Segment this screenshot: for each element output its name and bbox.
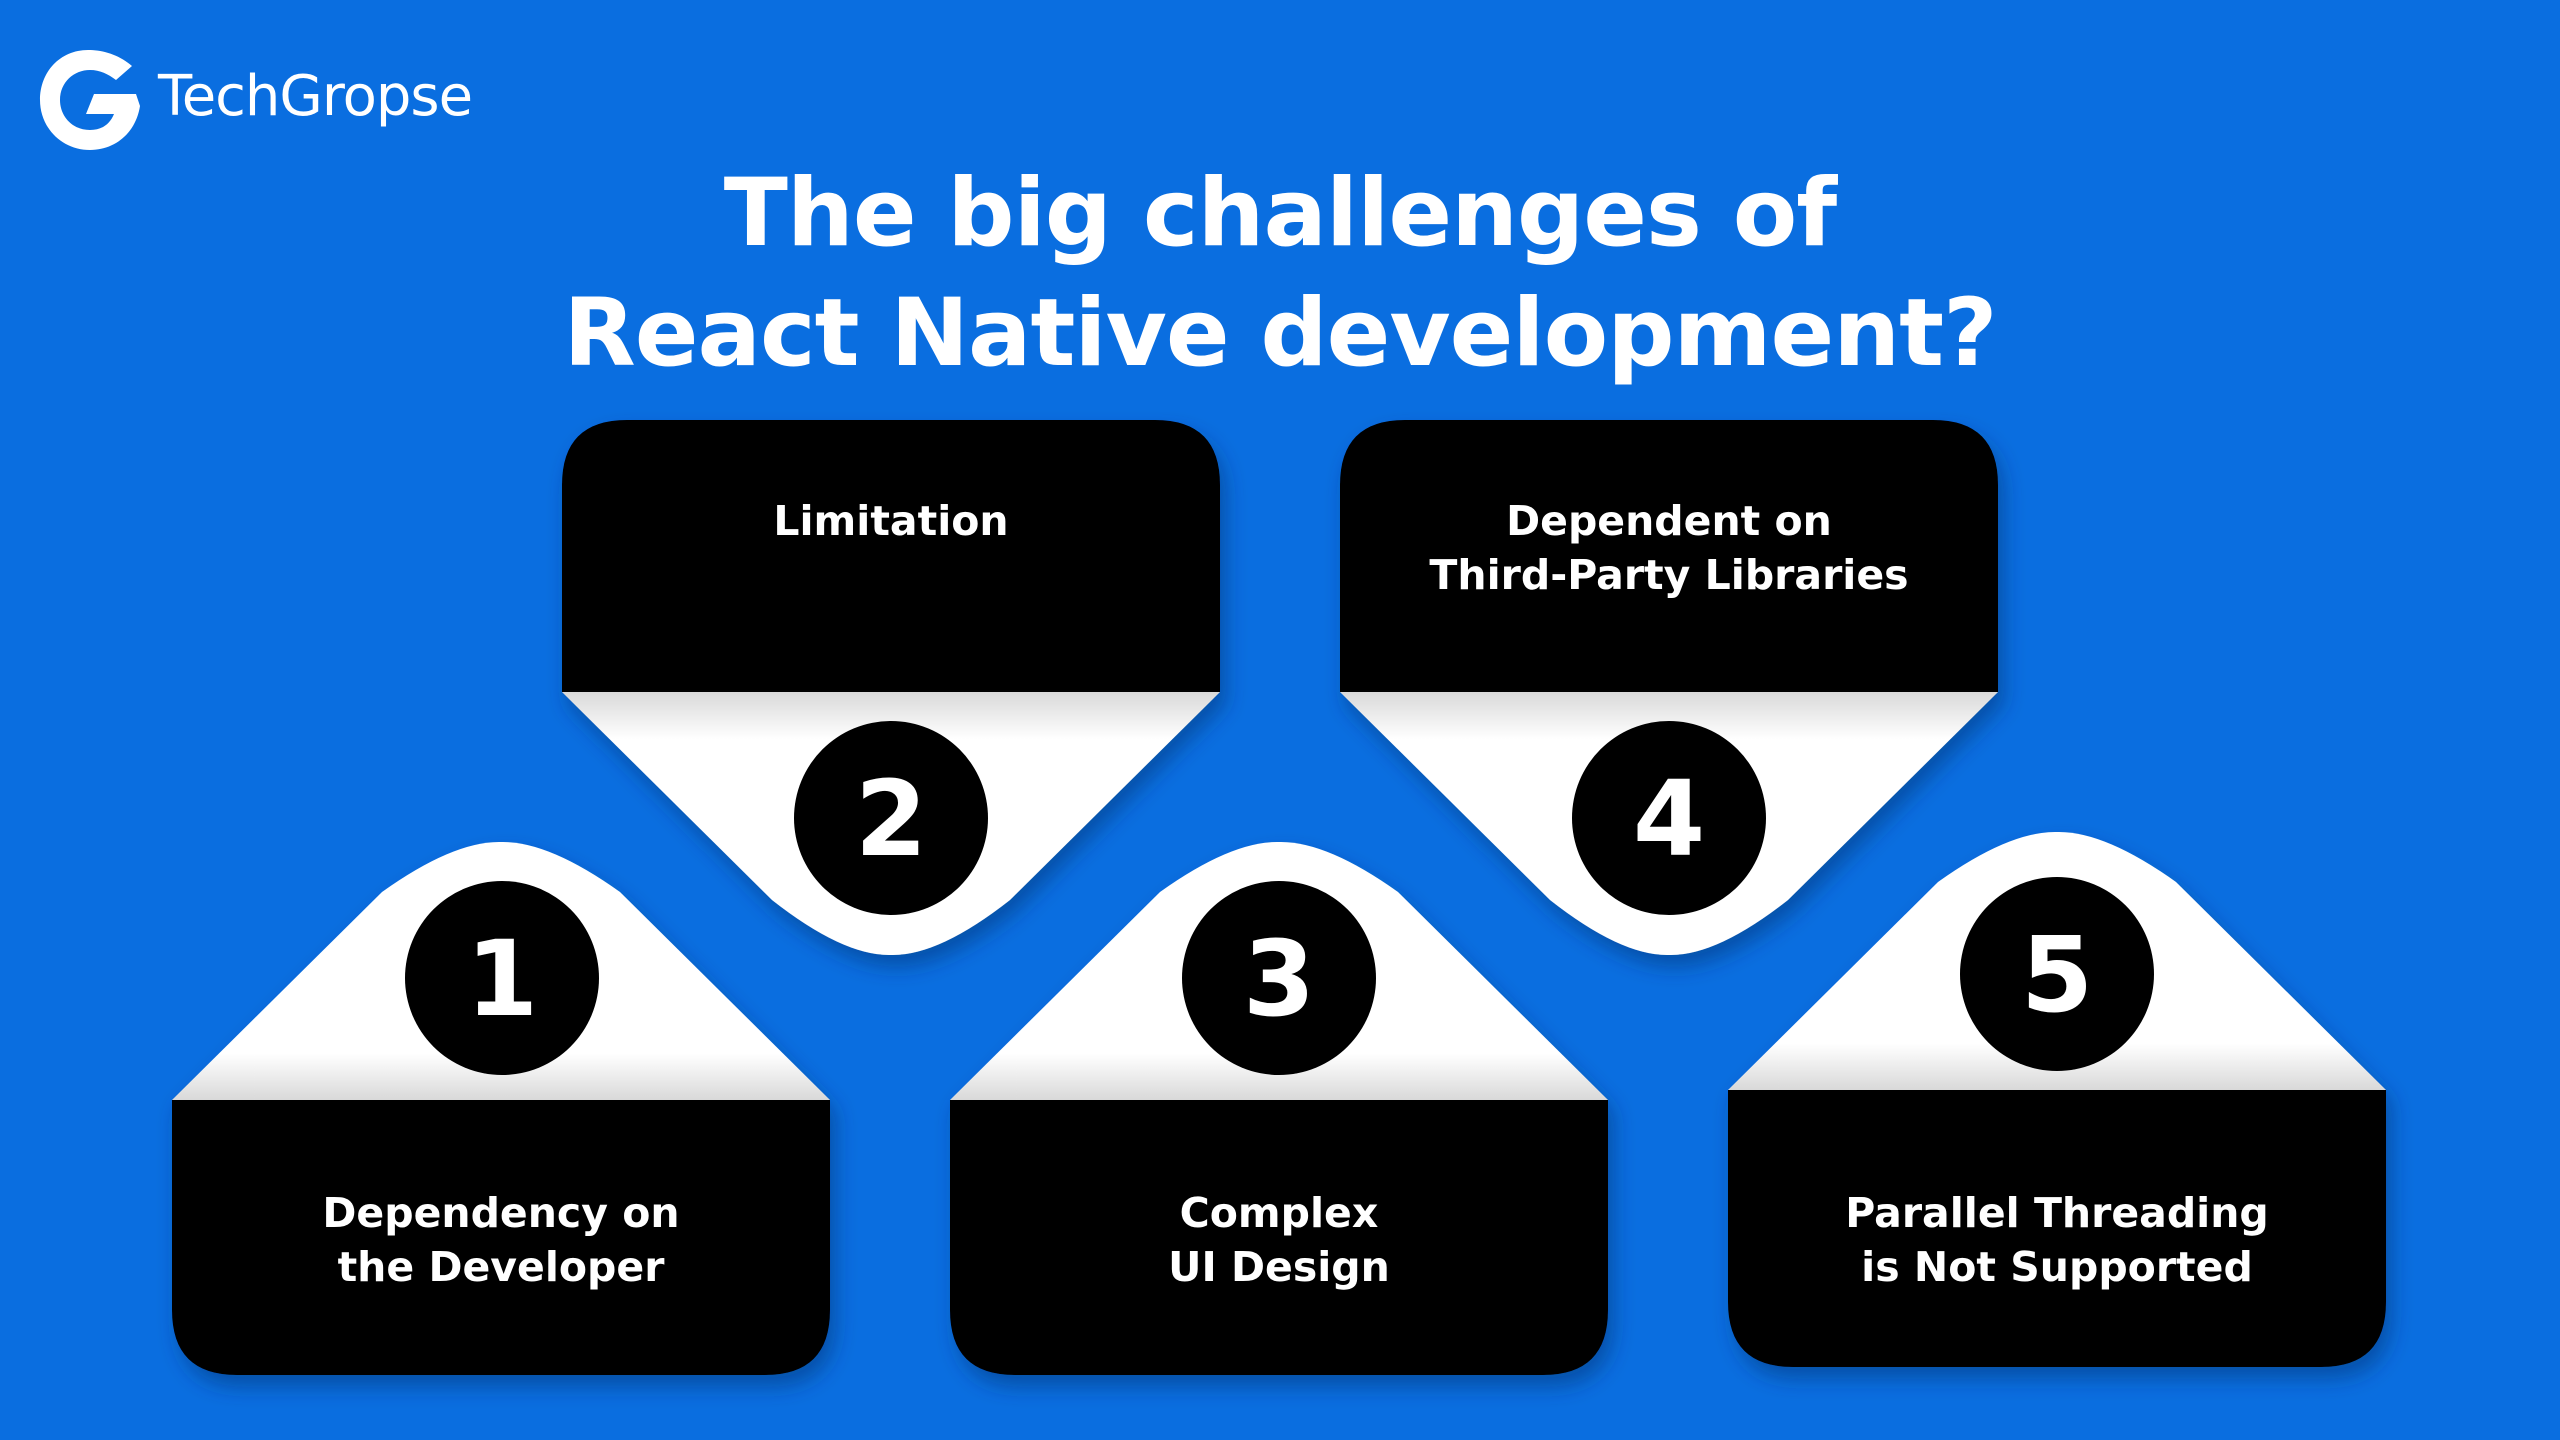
challenge-1-line-1: Dependency on xyxy=(322,1189,680,1237)
challenge-3-line-2: UI Design xyxy=(1168,1243,1390,1291)
number-3-label: 3 xyxy=(1243,918,1315,1040)
number-badge-1: 1 xyxy=(405,881,599,1075)
challenge-4-text: Dependent on Third-Party Libraries xyxy=(1340,494,1998,602)
number-4-label: 4 xyxy=(1633,758,1705,880)
number-1-label: 1 xyxy=(466,918,538,1040)
challenge-2-text: Limitation xyxy=(562,494,1220,548)
number-badge-4: 4 xyxy=(1572,721,1766,915)
challenge-3-line-1: Complex xyxy=(1179,1189,1379,1237)
number-badge-2: 2 xyxy=(794,721,988,915)
challenge-5-line-2: is Not Supported xyxy=(1861,1243,2253,1291)
card-2-body xyxy=(562,420,1220,692)
infographic-canvas: TechGropse The big challenges of React N… xyxy=(0,0,2560,1440)
number-5-label: 5 xyxy=(2021,914,2093,1036)
challenge-3-text: Complex UI Design xyxy=(950,1186,1608,1294)
challenge-5-text: Parallel Threading is Not Supported xyxy=(1728,1186,2386,1294)
number-badge-3: 3 xyxy=(1182,881,1376,1075)
challenge-4-line-1: Dependent on xyxy=(1506,497,1832,545)
challenge-2-line-1: Limitation xyxy=(773,497,1009,545)
challenge-1-text: Dependency on the Developer xyxy=(172,1186,830,1294)
number-2-label: 2 xyxy=(855,758,927,880)
challenge-4-line-2: Third-Party Libraries xyxy=(1429,551,1909,599)
challenge-1-line-2: the Developer xyxy=(337,1243,665,1291)
number-badge-5: 5 xyxy=(1960,877,2154,1071)
challenge-5-line-1: Parallel Threading xyxy=(1845,1189,2269,1237)
